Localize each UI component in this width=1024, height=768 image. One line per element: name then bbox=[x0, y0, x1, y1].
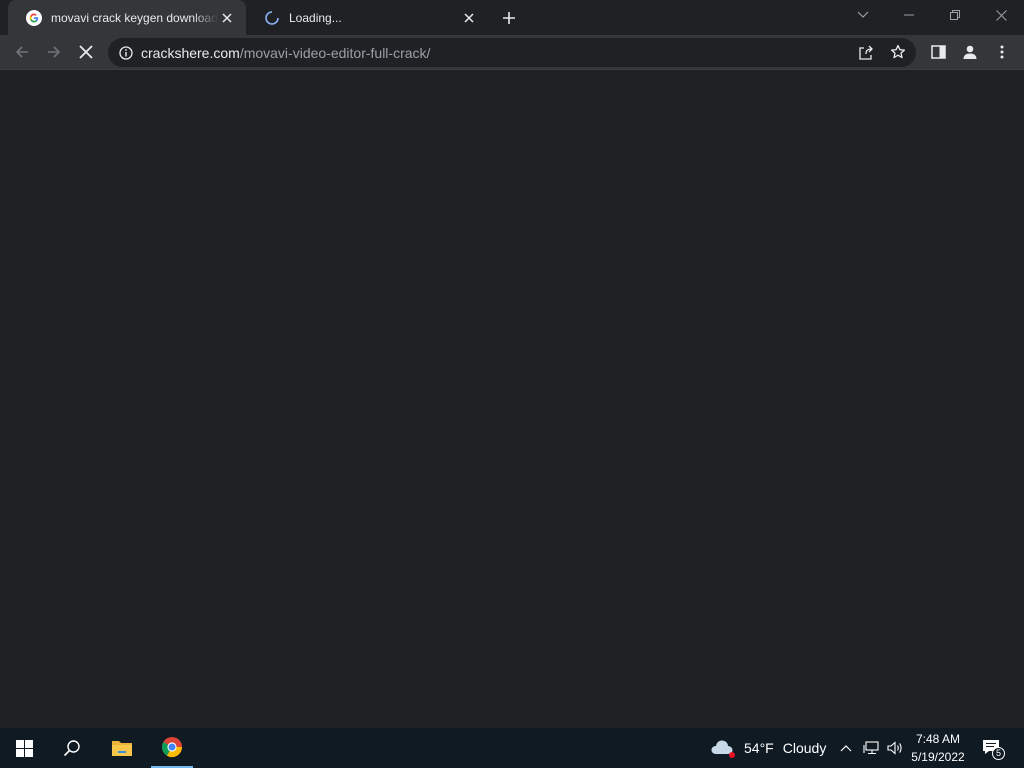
windows-logo-icon bbox=[15, 739, 33, 757]
menu-button[interactable] bbox=[988, 38, 1016, 66]
chevron-up-icon bbox=[840, 745, 852, 752]
close-tab-icon[interactable] bbox=[460, 9, 478, 27]
network-icon bbox=[863, 741, 879, 755]
side-panel-button[interactable] bbox=[924, 38, 952, 66]
search-icon bbox=[63, 740, 80, 757]
restore-button[interactable] bbox=[932, 0, 978, 30]
close-icon bbox=[995, 9, 1007, 21]
close-window-button[interactable] bbox=[978, 0, 1024, 30]
chevron-down-icon bbox=[857, 11, 869, 18]
google-g-icon bbox=[26, 9, 42, 26]
minimize-button[interactable] bbox=[886, 0, 932, 30]
search-button[interactable] bbox=[48, 728, 96, 768]
clock-date: 5/19/2022 bbox=[911, 750, 965, 764]
forward-button[interactable] bbox=[40, 38, 68, 66]
tab-search-button[interactable] bbox=[840, 0, 886, 30]
notification-count: 5 bbox=[992, 747, 1005, 760]
arrow-left-icon bbox=[15, 46, 28, 58]
stop-x-icon bbox=[79, 45, 93, 59]
profile-button[interactable] bbox=[956, 38, 984, 66]
weather-widget[interactable]: 54°F Cloudy bbox=[710, 728, 828, 768]
notification-icon: 5 bbox=[982, 737, 1005, 760]
notifications-button[interactable]: 5 bbox=[978, 728, 1008, 768]
tab-google-search[interactable]: movavi crack keygen download - Google Se… bbox=[8, 0, 246, 35]
profile-icon bbox=[963, 45, 977, 59]
minimize-icon bbox=[904, 14, 914, 16]
side-panel-icon bbox=[930, 45, 946, 59]
url-host: crackshere.com bbox=[141, 44, 240, 61]
chrome-icon bbox=[161, 737, 183, 758]
tab-title: movavi crack keygen download - Google Se… bbox=[51, 10, 218, 25]
stop-loading-button[interactable] bbox=[72, 38, 100, 66]
clock-time: 7:48 AM bbox=[915, 732, 961, 746]
cloud-icon bbox=[710, 738, 736, 758]
plus-icon bbox=[503, 12, 515, 24]
url-text[interactable]: crackshere.com/movavi-video-editor-full-… bbox=[141, 45, 430, 61]
clock[interactable]: 7:48 AM 5/19/2022 bbox=[906, 730, 970, 766]
arrow-right-icon bbox=[48, 46, 61, 58]
loading-spinner-icon bbox=[264, 10, 280, 26]
windows-taskbar: 54°F Cloudy 7:48 AM 5/19/2022 5 bbox=[0, 728, 1024, 768]
file-explorer-button[interactable] bbox=[98, 728, 146, 768]
folder-icon bbox=[112, 741, 132, 756]
page-content bbox=[0, 71, 1024, 728]
speaker-icon bbox=[887, 741, 902, 755]
tab-loading[interactable]: Loading... bbox=[246, 0, 488, 35]
chrome-taskbar-button[interactable] bbox=[151, 728, 193, 768]
new-tab-button[interactable] bbox=[496, 5, 522, 31]
close-tab-icon[interactable] bbox=[218, 9, 236, 27]
tab-title: Loading... bbox=[289, 10, 342, 25]
weather-desc: Cloudy bbox=[782, 740, 827, 756]
browser-toolbar: crackshere.com/movavi-video-editor-full-… bbox=[0, 35, 1024, 70]
alert-dot-icon bbox=[729, 752, 735, 758]
url-path: /movavi-video-editor-full-crack/ bbox=[239, 44, 431, 61]
volume-button[interactable] bbox=[884, 728, 906, 768]
share-icon[interactable] bbox=[858, 45, 874, 65]
address-bar[interactable]: crackshere.com/movavi-video-editor-full-… bbox=[108, 38, 916, 67]
bookmark-star-icon[interactable] bbox=[890, 44, 906, 65]
info-icon[interactable] bbox=[119, 45, 133, 60]
kebab-menu-icon bbox=[1000, 45, 1004, 59]
restore-icon bbox=[950, 10, 960, 20]
weather-temp: 54°F bbox=[744, 740, 774, 756]
tab-strip: movavi crack keygen download - Google Se… bbox=[0, 0, 1024, 35]
show-hidden-icons-button[interactable] bbox=[836, 728, 856, 768]
network-button[interactable] bbox=[860, 728, 882, 768]
back-button[interactable] bbox=[8, 38, 36, 66]
start-button[interactable] bbox=[0, 728, 48, 768]
